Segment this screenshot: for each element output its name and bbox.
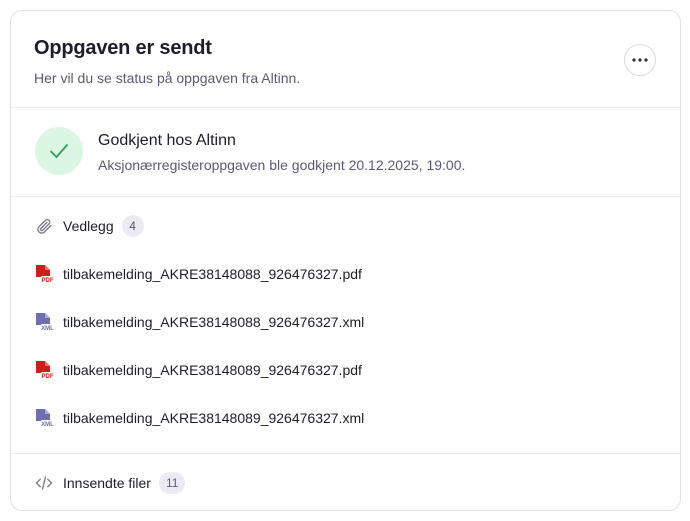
pdf-file-icon: PDF (36, 265, 54, 284)
submitted-files-label: Innsendte filer (63, 475, 151, 491)
svg-text:XML: XML (41, 326, 54, 332)
attachment-file[interactable]: XML tilbakemelding_AKRE38148089_92647632… (35, 407, 364, 429)
submitted-files-toggle[interactable]: Innsendte filer 11 (35, 472, 186, 494)
xml-file-icon: XML (36, 409, 54, 428)
svg-text:XML: XML (41, 422, 54, 428)
pdf-file-icon: PDF (36, 361, 54, 380)
page-title: Oppgaven er sendt (34, 37, 212, 59)
attachment-file-name: tilbakemelding_AKRE38148089_926476327.xm… (63, 410, 365, 426)
attachments-header: Vedlegg 4 (35, 215, 144, 237)
paperclip-icon (37, 218, 52, 234)
attachment-file[interactable]: XML tilbakemelding_AKRE38148088_92647632… (35, 311, 364, 333)
attachment-file-name: tilbakemelding_AKRE38148089_926476327.pd… (63, 362, 362, 378)
page-subtitle: Her vil du se status på oppgaven fra Alt… (34, 70, 301, 86)
attachment-file[interactable]: PDF tilbakemelding_AKRE38148089_92647632… (35, 359, 362, 381)
card-header: Oppgaven er sendt Her vil du se status p… (11, 11, 680, 108)
status-indicator (35, 127, 83, 175)
more-horizontal-icon (632, 58, 648, 62)
xml-file-icon: XML (36, 313, 54, 332)
attachment-file-name: tilbakemelding_AKRE38148088_926476327.xm… (63, 314, 365, 330)
task-status-card: Oppgaven er sendt Her vil du se status p… (10, 10, 681, 511)
more-options-button[interactable] (624, 44, 656, 76)
attachment-file[interactable]: PDF tilbakemelding_AKRE38148088_92647632… (35, 263, 362, 285)
check-icon (50, 144, 68, 158)
attachments-count-badge: 4 (121, 215, 144, 237)
status-description: Aksjonærregisteroppgaven ble godkjent 20… (98, 157, 466, 173)
submitted-files-count-badge: 11 (158, 472, 186, 494)
attachments-label: Vedlegg (63, 218, 114, 234)
svg-text:PDF: PDF (42, 278, 54, 284)
status-title: Godkjent hos Altinn (98, 132, 236, 149)
attachments-section: Vedlegg 4 PDF tilbakemelding_AKRE3814808… (11, 197, 680, 454)
svg-text:PDF: PDF (42, 374, 54, 380)
status-section: Godkjent hos Altinn Aksjonærregisteroppg… (11, 108, 680, 197)
attachment-file-name: tilbakemelding_AKRE38148088_926476327.pd… (63, 266, 362, 282)
code-icon (35, 476, 53, 490)
